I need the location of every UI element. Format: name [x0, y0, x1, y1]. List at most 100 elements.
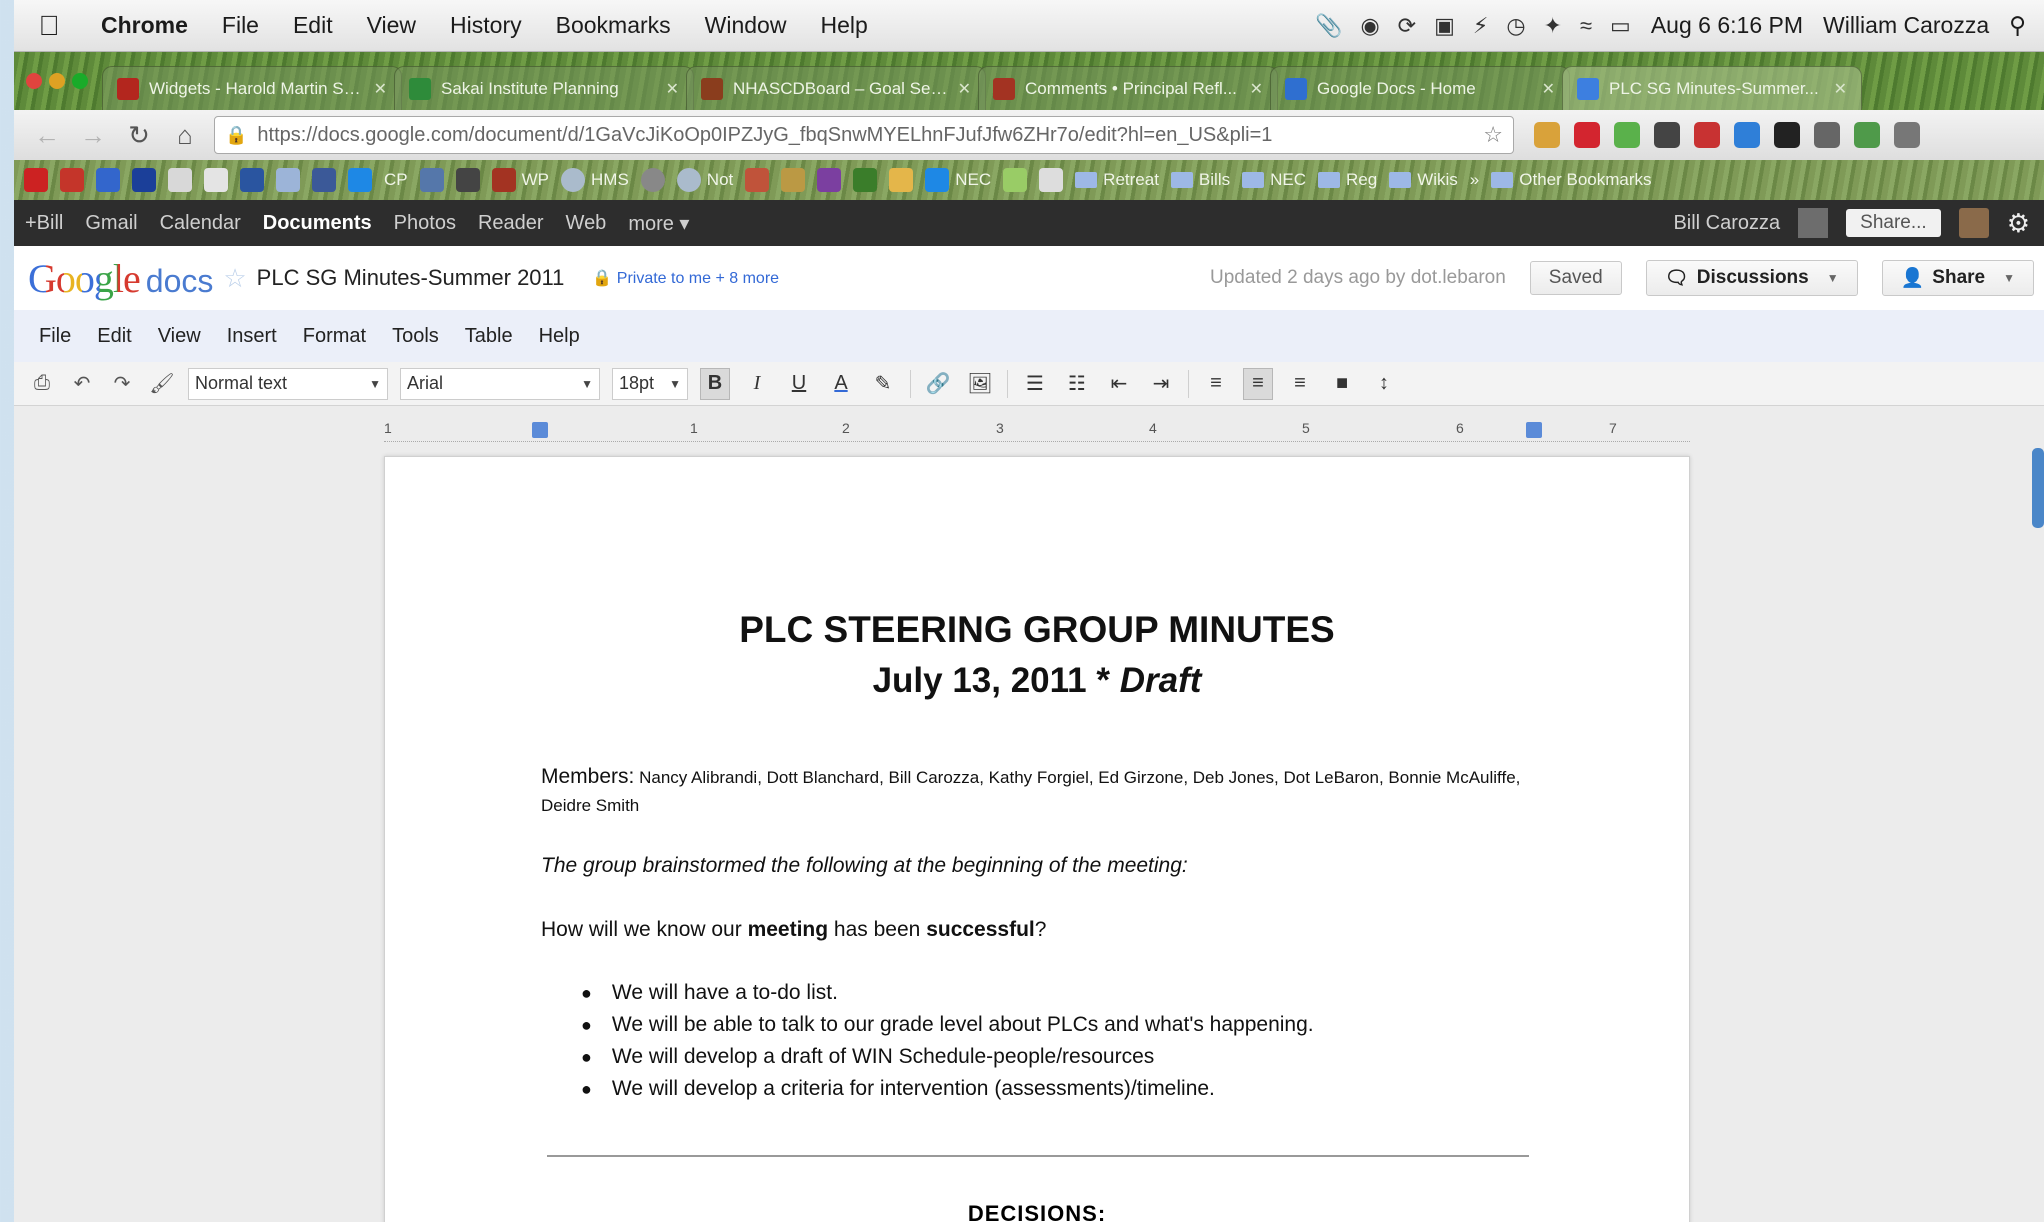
question-paragraph[interactable]: How will we know our meeting has been su…: [541, 915, 1541, 944]
bookmark-icon[interactable]: [781, 168, 806, 192]
left-indent-marker[interactable]: [532, 422, 548, 438]
list-item[interactable]: ● We will be able to talk to our grade le…: [581, 1009, 1541, 1041]
bookmark-icon[interactable]: [1003, 168, 1028, 192]
extension-icon[interactable]: [1694, 122, 1720, 148]
tab-close-icon[interactable]: ✕: [374, 79, 387, 99]
underline-button[interactable]: U: [784, 368, 814, 400]
tab-close-icon[interactable]: ✕: [1542, 79, 1555, 99]
reload-icon[interactable]: ↻: [122, 120, 156, 151]
list-item[interactable]: ● We will develop a draft of WIN Schedule…: [581, 1041, 1541, 1073]
bookmark-icon[interactable]: [204, 168, 228, 192]
saved-button[interactable]: Saved: [1529, 261, 1622, 295]
tab-plc-minutes[interactable]: PLC SG Minutes-Summer... ✕: [1562, 66, 1862, 110]
doc-heading[interactable]: PLC STEERING GROUP MINUTES: [385, 609, 1689, 651]
share-button[interactable]: 👤 Share ▼: [1881, 260, 2034, 296]
bookmark-icon[interactable]: [419, 168, 444, 192]
menu-edit[interactable]: Edit: [276, 12, 350, 39]
font-select[interactable]: Arial ▼: [400, 367, 600, 400]
folder-other-bookmarks[interactable]: Other Bookmarks: [1491, 170, 1652, 190]
docs-menu-file[interactable]: File: [26, 325, 84, 348]
bookmark-icon[interactable]: [348, 168, 372, 192]
chevron-down-icon[interactable]: ▼: [1827, 271, 1839, 285]
bookmark-hms[interactable]: HMS: [561, 168, 629, 192]
gbar-gmail[interactable]: Gmail: [74, 212, 148, 235]
highlight-color-icon[interactable]: ✎: [868, 368, 898, 400]
minimize-window-icon[interactable]: [49, 73, 65, 89]
document-page[interactable]: PLC STEERING GROUP MINUTES July 13, 2011…: [384, 456, 1690, 1222]
folder-wikis[interactable]: Wikis: [1389, 170, 1458, 190]
align-center-icon[interactable]: ≡: [1243, 367, 1273, 400]
decisions-heading[interactable]: DECISIONS:: [385, 1201, 1689, 1222]
folder-retreat[interactable]: Retreat: [1075, 170, 1159, 190]
bookmark-not[interactable]: Not: [676, 168, 733, 192]
home-icon[interactable]: ⌂: [168, 120, 202, 151]
extension-icon[interactable]: [1774, 122, 1800, 148]
bookmark-cp[interactable]: CP: [384, 170, 408, 190]
star-icon[interactable]: ☆: [223, 263, 246, 294]
gear-icon[interactable]: ⚙: [2007, 208, 2030, 239]
bookmark-icon[interactable]: [640, 168, 665, 192]
tab-close-icon[interactable]: ✕: [958, 79, 971, 99]
docs-menu-insert[interactable]: Insert: [214, 325, 290, 348]
bookmark-icon[interactable]: [240, 168, 264, 192]
menu-window[interactable]: Window: [688, 12, 804, 39]
scrollbar-thumb[interactable]: [2032, 448, 2044, 528]
display-icon[interactable]: ▣: [1434, 13, 1455, 39]
bookmark-icon[interactable]: [455, 168, 480, 192]
wrench-icon[interactable]: [1894, 122, 1920, 148]
bookmark-icon[interactable]: [745, 168, 770, 192]
italic-button[interactable]: I: [742, 368, 772, 400]
increase-indent-icon[interactable]: ⇥: [1146, 368, 1176, 400]
extension-icon[interactable]: [1534, 122, 1560, 148]
docs-menu-format[interactable]: Format: [290, 325, 379, 348]
tab-close-icon[interactable]: ✕: [666, 79, 679, 99]
tab-sakai[interactable]: Sakai Institute Planning ✕: [394, 66, 694, 110]
docs-menu-table[interactable]: Table: [452, 325, 526, 348]
style-select[interactable]: Normal text ▼: [188, 367, 388, 400]
folder-nec[interactable]: NEC: [1242, 170, 1306, 190]
bookmark-cnn-icon[interactable]: [24, 168, 48, 192]
sync-icon[interactable]: ⟳: [1398, 13, 1416, 39]
document-title[interactable]: PLC SG Minutes-Summer 2011: [257, 265, 565, 291]
bookmark-nec[interactable]: NEC: [925, 168, 991, 192]
chevron-down-icon[interactable]: ▼: [2003, 271, 2015, 285]
tab-close-icon[interactable]: ✕: [1834, 79, 1847, 99]
tab-comments[interactable]: Comments • Principal Refl... ✕: [978, 66, 1278, 110]
align-left-icon[interactable]: ≡: [1201, 368, 1231, 400]
avatar[interactable]: [1958, 208, 1989, 238]
tab-widgets[interactable]: Widgets - Harold Martin Sc... ✕: [102, 66, 402, 110]
notification-icon[interactable]: [1798, 208, 1829, 238]
menu-view[interactable]: View: [350, 12, 433, 39]
text-color-button[interactable]: A: [826, 368, 856, 400]
close-window-icon[interactable]: [26, 73, 42, 89]
menu-bookmarks[interactable]: Bookmarks: [539, 12, 688, 39]
zoom-window-icon[interactable]: [72, 73, 88, 89]
evernote-icon[interactable]: ◉: [1360, 13, 1379, 39]
bolt-icon[interactable]: ⚡: [1473, 13, 1488, 39]
bookmark-icon[interactable]: [96, 168, 120, 192]
font-size-select[interactable]: 18pt ▼: [612, 367, 688, 400]
menu-history[interactable]: History: [433, 12, 539, 39]
bookmarks-overflow-icon[interactable]: »: [1470, 170, 1479, 190]
bookmark-icon[interactable]: [60, 168, 84, 192]
folder-reg[interactable]: Reg: [1318, 170, 1377, 190]
paint-format-icon[interactable]: 🖌: [148, 371, 176, 396]
facebook-icon[interactable]: [312, 168, 336, 192]
extension-icon[interactable]: [1654, 122, 1680, 148]
gbar-plus[interactable]: +Bill: [14, 212, 74, 235]
back-icon[interactable]: ←: [30, 120, 64, 151]
clock[interactable]: Aug 6 6:16 PM: [1651, 12, 1803, 39]
menu-file[interactable]: File: [205, 12, 276, 39]
line-spacing-icon[interactable]: ↕: [1369, 368, 1399, 400]
bookmark-icon[interactable]: [889, 168, 914, 192]
bookmark-icon[interactable]: [168, 168, 192, 192]
paperclip-icon[interactable]: 📎: [1315, 13, 1342, 39]
tab-google-docs-home[interactable]: Google Docs - Home ✕: [1270, 66, 1570, 110]
gbar-more[interactable]: more ▾: [617, 211, 700, 236]
wifi-icon[interactable]: ≈: [1580, 13, 1592, 39]
numbered-list-icon[interactable]: ☰: [1020, 368, 1050, 400]
tab-close-icon[interactable]: ✕: [1250, 79, 1263, 99]
address-bar[interactable]: 🔒 https://docs.google.com/document/d/1Ga…: [214, 116, 1514, 154]
intro-paragraph[interactable]: The group brainstormed the following at …: [541, 851, 1541, 880]
gbar-photos[interactable]: Photos: [383, 212, 467, 235]
